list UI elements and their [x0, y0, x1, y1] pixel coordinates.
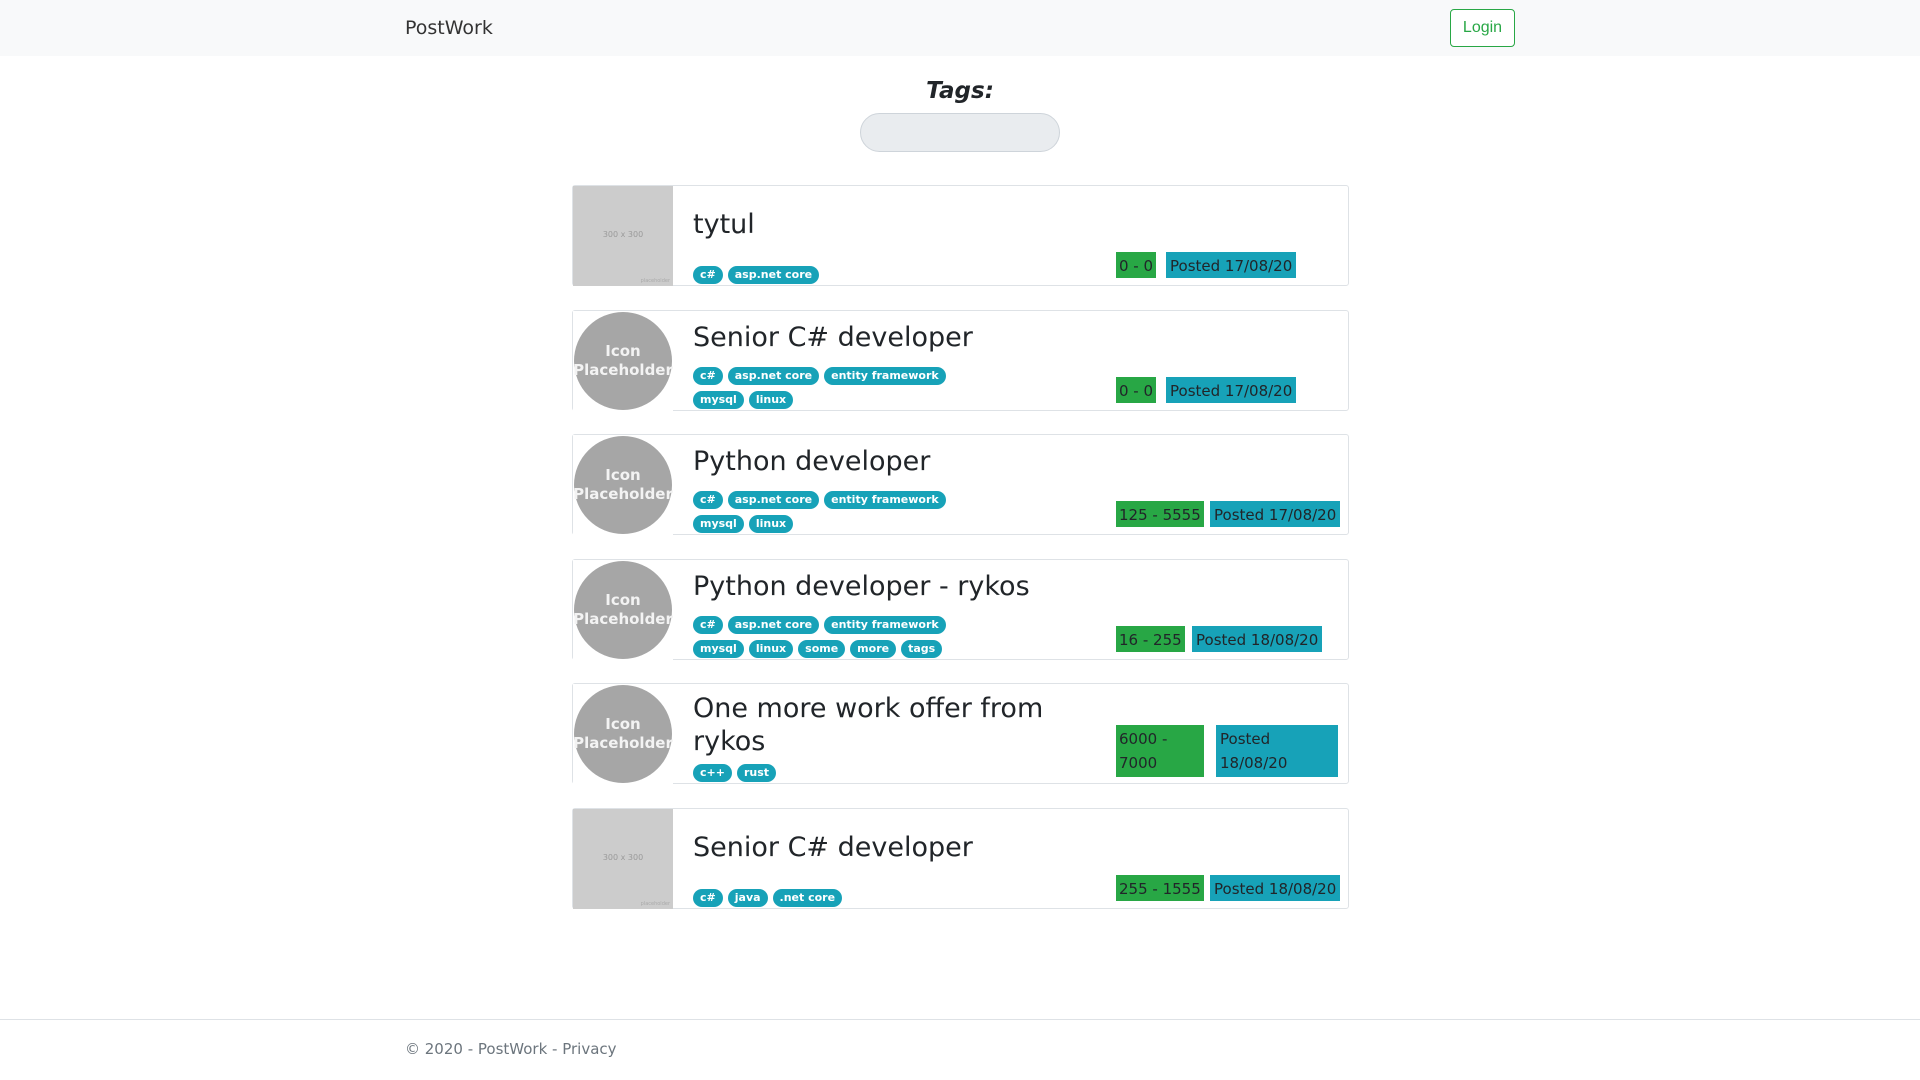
placeholder-credit: placeholder [640, 901, 670, 907]
tag-badge[interactable]: c# [693, 266, 723, 284]
offer-tags: c# java .net core [693, 889, 993, 907]
icon-placeholder: Icon Placeholder [573, 561, 673, 659]
tag-badge[interactable]: asp.net core [727, 367, 820, 385]
offer-image: 300 x 300 placeholder [573, 186, 673, 286]
offer-card[interactable]: 300 x 300 placeholder Senior C# develope… [572, 808, 1349, 909]
icon-placeholder: Icon Placeholder [573, 685, 673, 783]
tag-badge[interactable]: c# [693, 491, 723, 509]
tag-badge[interactable]: mysql [693, 515, 744, 533]
tag-badge[interactable]: c# [693, 367, 723, 385]
tag-badge[interactable]: asp.net core [727, 266, 820, 284]
placeholder-size-label: 300 x 300 [602, 853, 644, 862]
posted-date-badge: Posted 18/08/20 [1216, 725, 1338, 777]
posted-date-badge: Posted 18/08/20 [1192, 626, 1323, 652]
privacy-link[interactable]: Privacy [562, 1040, 616, 1058]
placeholder-size-label: 300 x 300 [602, 230, 644, 239]
offer-tags: c# asp.net core entity framework mysql l… [693, 616, 993, 658]
offer-image: Icon Placeholder [573, 435, 673, 535]
offer-image: Icon Placeholder [573, 684, 673, 784]
tag-badge[interactable]: linux [748, 515, 794, 533]
offer-tags: c++ rust [693, 764, 993, 782]
placeholder-credit: placeholder [640, 278, 670, 284]
posted-date-badge: Posted 17/08/20 [1210, 501, 1341, 527]
offer-title[interactable]: Senior C# developer [693, 831, 1093, 864]
offer-tags: c# asp.net core entity framework mysql l… [693, 491, 993, 533]
posted-date-badge: Posted 18/08/20 [1210, 875, 1341, 901]
tag-badge[interactable]: some [798, 640, 846, 658]
offer-title[interactable]: Senior C# developer [693, 321, 1093, 354]
offer-card[interactable]: 300 x 300 placeholder tytul c# asp.net c… [572, 185, 1349, 286]
tag-badge[interactable]: entity framework [824, 491, 946, 509]
tag-badge[interactable]: java [727, 889, 768, 907]
tag-badge[interactable]: linux [748, 640, 794, 658]
tag-badge[interactable]: more [850, 640, 897, 658]
tag-badge[interactable]: mysql [693, 391, 744, 409]
footer-copyright: © 2020 - PostWork - [405, 1040, 563, 1058]
tag-badge[interactable]: c# [693, 616, 723, 634]
icon-placeholder: Icon Placeholder [573, 436, 673, 534]
icon-placeholder: Icon Placeholder [573, 312, 673, 410]
brand-link[interactable]: PostWork [405, 17, 493, 39]
offer-card[interactable]: Icon Placeholder Python developer - ryko… [572, 559, 1349, 660]
tag-badge[interactable]: c# [693, 889, 723, 907]
tag-badge[interactable]: tags [901, 640, 943, 658]
tag-badge[interactable]: asp.net core [727, 491, 820, 509]
offer-title[interactable]: Python developer - rykos [693, 570, 1093, 603]
tag-badge[interactable]: mysql [693, 640, 744, 658]
tag-badge[interactable]: .net core [772, 889, 843, 907]
offer-card[interactable]: Icon Placeholder Python developer c# asp… [572, 434, 1349, 535]
salary-badge: 16 - 255 [1116, 626, 1185, 652]
salary-badge: 0 - 0 [1116, 252, 1157, 278]
offer-title[interactable]: tytul [693, 208, 1093, 241]
salary-badge: 6000 - 7000 [1116, 725, 1204, 777]
posted-date-badge: Posted 17/08/20 [1166, 252, 1297, 278]
tag-badge[interactable]: entity framework [824, 367, 946, 385]
login-button[interactable]: Login [1450, 9, 1515, 47]
salary-badge: 0 - 0 [1116, 377, 1157, 403]
navbar: PostWork Login [0, 0, 1920, 56]
offer-image: Icon Placeholder [573, 311, 673, 411]
salary-badge: 255 - 1555 [1116, 875, 1204, 901]
salary-badge: 125 - 5555 [1116, 501, 1204, 527]
offer-title[interactable]: Python developer [693, 445, 1093, 478]
offer-tags: c# asp.net core [693, 266, 993, 284]
offer-tags: c# asp.net core entity framework mysql l… [693, 367, 993, 409]
tag-badge[interactable]: asp.net core [727, 616, 820, 634]
tags-filter-title: Tags: [926, 78, 994, 104]
offer-image: 300 x 300 placeholder [573, 809, 673, 909]
posted-date-badge: Posted 17/08/20 [1166, 377, 1297, 403]
footer: © 2020 - PostWork - Privacy [405, 1040, 617, 1058]
footer-divider [0, 1019, 1920, 1020]
tag-badge[interactable]: rust [736, 764, 777, 782]
tags-filter-input[interactable] [860, 113, 1060, 152]
offer-card[interactable]: Icon Placeholder One more work offer fro… [572, 683, 1349, 784]
offer-title[interactable]: One more work offer from rykos [693, 692, 1093, 758]
offer-image: Icon Placeholder [573, 560, 673, 660]
tag-badge[interactable]: c++ [693, 764, 732, 782]
tag-badge[interactable]: linux [748, 391, 794, 409]
offer-card[interactable]: Icon Placeholder Senior C# developer c# … [572, 310, 1349, 411]
tag-badge[interactable]: entity framework [824, 616, 946, 634]
